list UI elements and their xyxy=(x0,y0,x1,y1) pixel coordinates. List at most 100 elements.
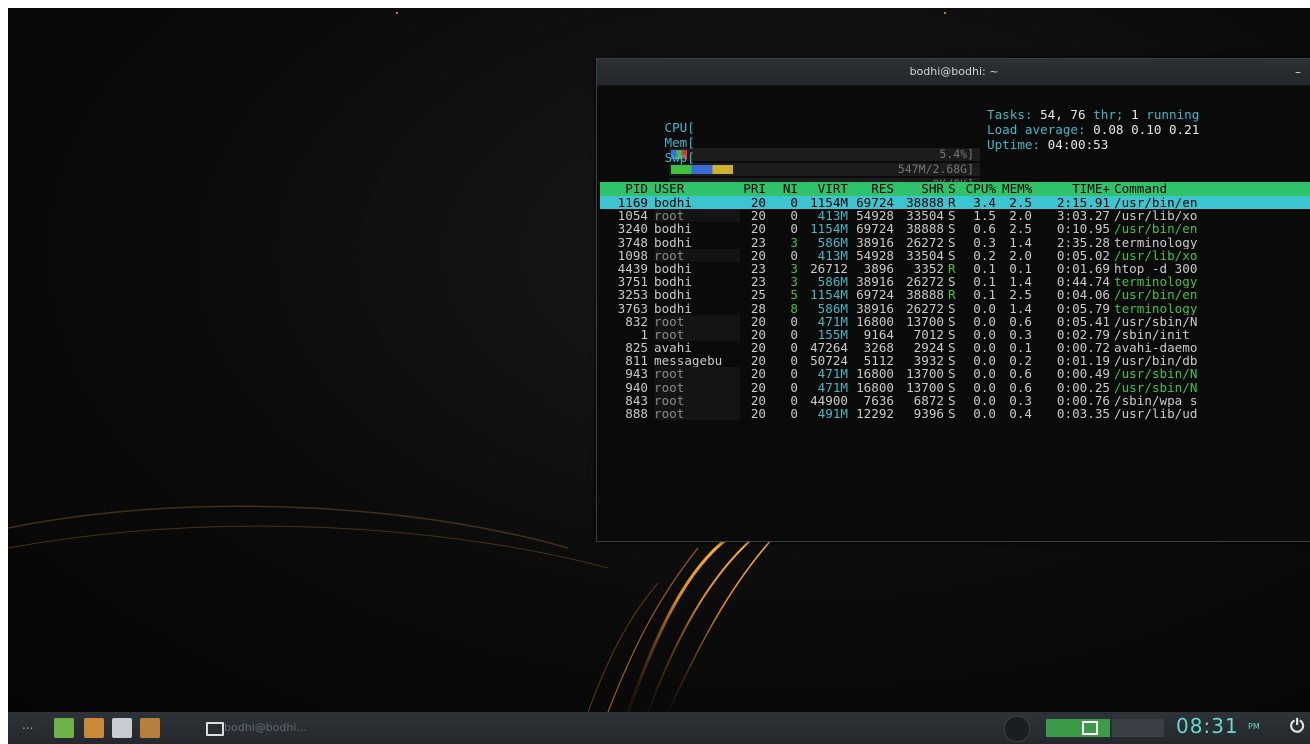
process-row[interactable]: 832 root 20 0 471M 16800 13700 S 0.0 0.6 0:05.41/u… xyxy=(600,313,1310,329)
window-titlebar[interactable]: bodhi@bodhi: ~ – xyxy=(597,59,1310,86)
process-cmd: /usr/lib/ud xyxy=(1114,407,1198,421)
process-list[interactable]: 1169 bodhi 20 0 1154M 69724 38888 R 3.4 2.5 2:15.9… xyxy=(600,196,1310,421)
load-label: Load average: xyxy=(987,122,1094,137)
process-row[interactable]: 888 root 20 0 491M 12292 9396 S 0.0 0.4 0:03.35/us… xyxy=(600,406,1310,421)
col-cpu[interactable]: CPU% xyxy=(960,182,996,195)
col-res[interactable]: RES xyxy=(850,182,894,195)
process-s: S xyxy=(948,366,956,382)
process-pri: 20 xyxy=(750,406,766,421)
minimize-button[interactable]: – xyxy=(1295,59,1301,85)
process-ni: 0 xyxy=(790,379,798,395)
col-ni[interactable]: NI xyxy=(770,182,798,195)
process-user: bodhi xyxy=(654,234,692,250)
process-row[interactable]: 3253 bodhi 25 5 1154M 69724 38888 R 0.1 2.5 0:04.0… xyxy=(600,288,1310,301)
process-row[interactable]: 943 root 20 0 471M 16800 13700 S 0.0 0.6 0:00.49/u… xyxy=(600,366,1310,382)
process-virt: 471M xyxy=(817,379,848,395)
process-cmd: /usr/sbin/N xyxy=(1114,367,1198,381)
process-time: 0:04.06 xyxy=(1056,287,1110,303)
pager-desktop-1[interactable] xyxy=(1046,719,1110,737)
process-user: root xyxy=(654,249,740,262)
process-shr: 26272 xyxy=(906,300,944,316)
taskbar-item-terminal[interactable]: bodhi@bodhi... xyxy=(178,716,328,740)
process-cmd: /usr/lib/xo xyxy=(1114,248,1198,262)
cpu-meter-value: 5.4%] xyxy=(939,146,974,161)
process-row[interactable]: 3240 bodhi 20 0 1154M 69724 38888 S 0.6 2.5 0:10.9… xyxy=(600,222,1310,235)
running-value: 1 xyxy=(1131,107,1139,122)
col-time[interactable]: TIME+ xyxy=(1036,182,1110,195)
uptime-label: Uptime: xyxy=(987,137,1048,152)
col-shr[interactable]: SHR xyxy=(896,182,944,195)
process-row[interactable]: 940 root 20 0 471M 16800 13700 S 0.0 0.6 0:00.25/u… xyxy=(600,379,1310,395)
process-res: 16800 xyxy=(856,313,894,329)
process-row[interactable]: 3748 bodhi 23 3 586M 38916 26272 S 0.3 1.4 2:35.28… xyxy=(600,234,1310,250)
running-label: running xyxy=(1138,107,1200,122)
process-res: 69724 xyxy=(856,287,894,303)
process-mem: 2.5 xyxy=(1009,221,1032,237)
process-shr: 13700 xyxy=(906,313,944,329)
process-res: 54928 xyxy=(856,247,894,263)
process-cmd: /sbin/init xyxy=(1114,327,1190,342)
col-pri[interactable]: PRI xyxy=(742,182,766,195)
mem-meter: Mem[ 547M/2.68G] xyxy=(619,123,980,176)
bottom-panel: ... bodhi@bodhi... 08:31 PM ⏻ xyxy=(8,712,1310,744)
process-cpu: 0.0 xyxy=(973,313,996,329)
process-user: bodhi xyxy=(654,287,692,303)
process-ni: 0 xyxy=(790,313,798,329)
process-ni: 0 xyxy=(790,366,798,382)
process-ni: 0 xyxy=(790,221,798,237)
power-icon[interactable]: ⏻ xyxy=(1290,716,1304,737)
process-ni: 0 xyxy=(790,406,798,421)
process-virt: 586M xyxy=(817,300,848,316)
process-row[interactable]: 1098 root 20 0 413M 54928 33504 S 0.2 2.0 0:05.02 /… xyxy=(600,249,1310,262)
process-s: S xyxy=(948,406,956,421)
app-launcher-icon[interactable] xyxy=(54,718,74,738)
process-time: 0:05.79 xyxy=(1056,300,1110,316)
process-cpu: 0.2 xyxy=(973,247,996,263)
process-mem: 2.5 xyxy=(1009,287,1032,303)
terminal-icon xyxy=(206,722,224,736)
mem-meter-bar: 547M/2.68G] xyxy=(669,162,980,176)
col-pid[interactable]: PID xyxy=(600,182,648,195)
process-cpu: 0.0 xyxy=(973,300,996,316)
process-res: 16800 xyxy=(856,366,894,382)
col-state[interactable]: S xyxy=(948,182,958,195)
process-cmd: avahi-daemo xyxy=(1114,341,1198,355)
process-user: bodhi xyxy=(654,300,692,316)
process-s: S xyxy=(948,221,956,237)
process-cmd: /usr/lib/xo xyxy=(1114,209,1198,223)
panel-menu-dots[interactable]: ... xyxy=(22,718,33,732)
pager-desktop-2[interactable] xyxy=(1112,719,1164,737)
process-virt: 471M xyxy=(817,313,848,329)
tasks-info: Tasks: 54, 76 thr; 1 running xyxy=(987,108,1199,121)
process-mem: 1.4 xyxy=(1009,300,1032,316)
col-mem[interactable]: MEM% xyxy=(1002,182,1032,195)
process-virt: 586M xyxy=(817,234,848,250)
col-user[interactable]: USER xyxy=(654,182,740,195)
process-cpu: 0.0 xyxy=(973,366,996,382)
process-cmd: /usr/bin/en xyxy=(1114,196,1198,210)
process-cmd: terminology xyxy=(1114,275,1198,289)
process-table-header[interactable]: PID USER PRI NI VIRT RES SHR S CPU% MEM%… xyxy=(600,182,1310,196)
process-cmd: /usr/bin/db xyxy=(1114,354,1198,368)
load-average-info: Load average: 0.08 0.10 0.21 xyxy=(987,123,1199,136)
process-row[interactable]: 3763 bodhi 28 8 586M 38916 26272 S 0.0 1.4 0:05.79… xyxy=(600,300,1310,316)
htop-screen[interactable]: CPU[ 5.4%] Mem[ 547M/2.68G] Swp[ 0K/0K] … xyxy=(597,86,1310,541)
text-editor-icon[interactable] xyxy=(112,718,132,738)
col-command[interactable]: Command xyxy=(1114,182,1310,195)
process-cpu: 0.0 xyxy=(973,406,996,421)
process-cmd: /usr/bin/en xyxy=(1114,222,1198,236)
package-icon[interactable] xyxy=(140,718,160,738)
process-cpu: 0.3 xyxy=(973,234,996,250)
taskbar-item-label: bodhi@bodhi... xyxy=(224,721,307,734)
process-time: 2:35.28 xyxy=(1056,234,1110,250)
file-manager-icon[interactable] xyxy=(84,718,104,738)
process-virt: 491M xyxy=(817,406,848,421)
terminal-window[interactable]: bodhi@bodhi: ~ – CPU[ 5.4%] Mem[ 547M/2.… xyxy=(596,58,1310,542)
process-ni: 3 xyxy=(790,234,798,250)
process-time: 0:05.02 xyxy=(1056,247,1110,263)
process-pri: 20 xyxy=(750,366,766,382)
process-virt: 1154M xyxy=(810,287,848,303)
system-tray-icon[interactable] xyxy=(1004,716,1030,742)
clock[interactable]: 08:31 xyxy=(1176,714,1239,738)
col-virt[interactable]: VIRT xyxy=(800,182,848,195)
